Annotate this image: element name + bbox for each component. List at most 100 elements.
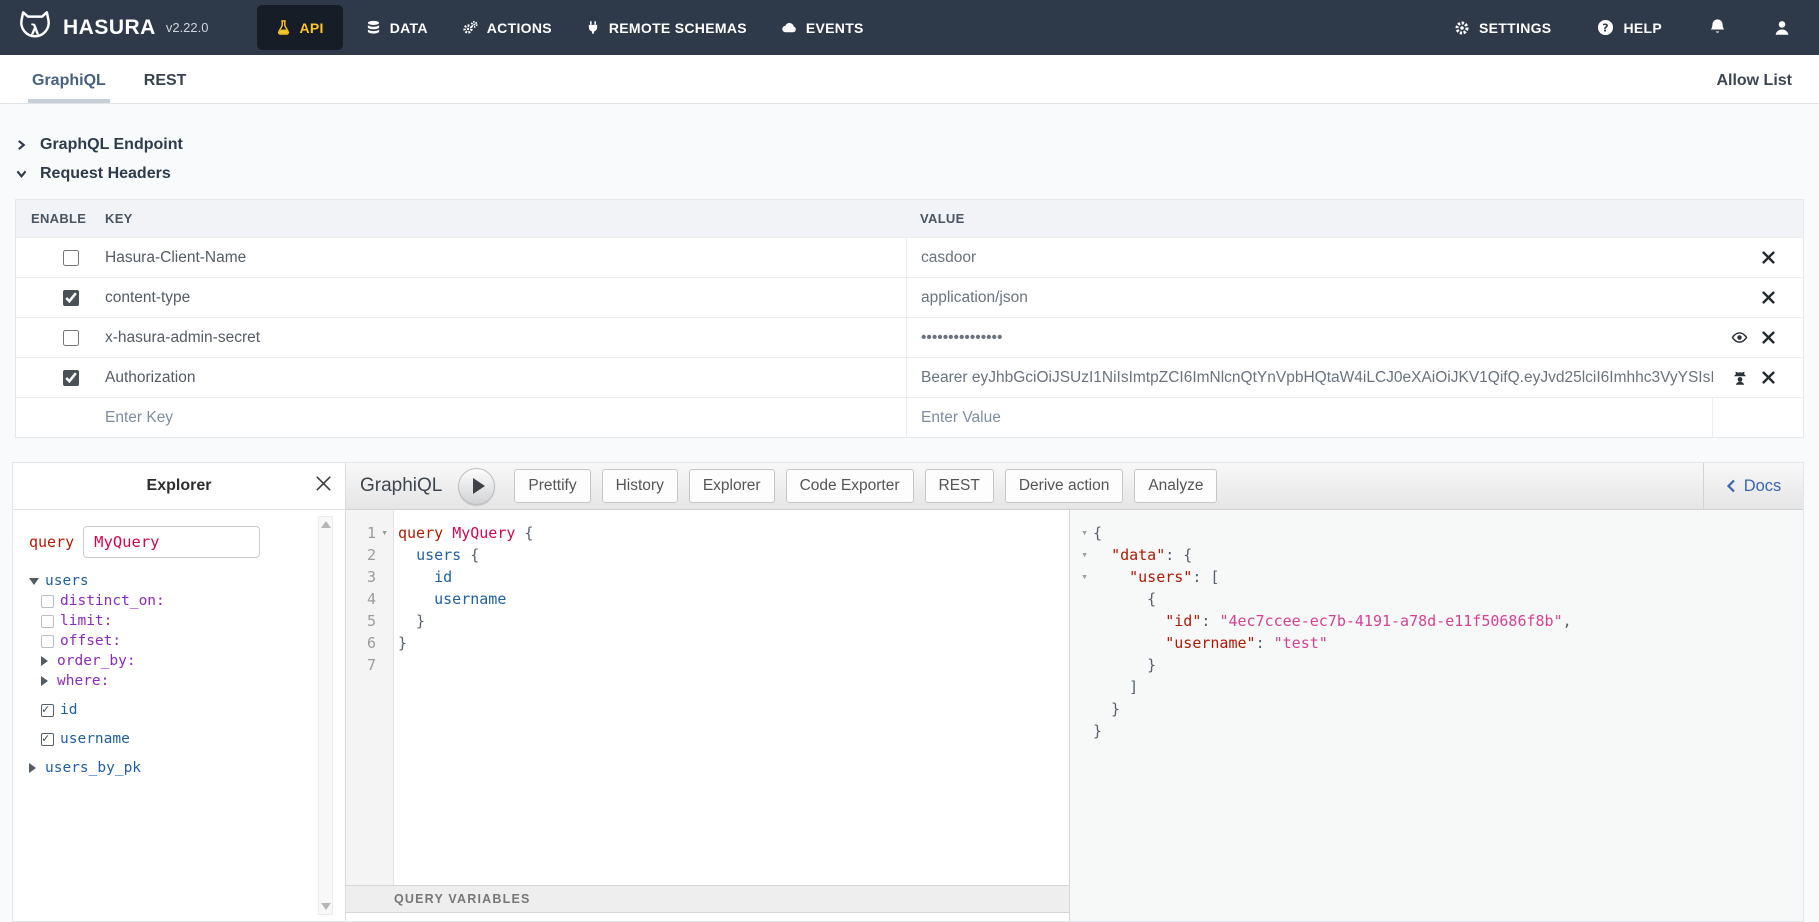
checkbox-icon[interactable] [41, 635, 54, 648]
caret-right-icon[interactable] [41, 676, 51, 686]
tree-label: limit: [60, 613, 112, 629]
enable-cell [16, 318, 101, 357]
result-token: "4ec7ccee-ec7b-4191-a78d-e11f50686f8b" [1219, 612, 1562, 630]
toolbar-button-prettify[interactable]: Prettify [514, 469, 590, 503]
tree-item-users[interactable]: users [29, 571, 315, 591]
header-value-field[interactable]: casdoor [906, 238, 1713, 277]
result-line: } [1076, 654, 1803, 676]
jwt-decode-icon[interactable] [1732, 370, 1748, 386]
fold-arrow-icon[interactable]: ▾ [376, 522, 393, 544]
section-label: GraphQL Endpoint [40, 136, 183, 154]
close-icon[interactable] [1762, 331, 1775, 344]
nav-item-events[interactable]: EVENTS [764, 0, 881, 55]
code-text: } [393, 632, 407, 654]
bell-icon[interactable] [1708, 18, 1727, 37]
header-key-field[interactable]: Authorization [101, 358, 906, 397]
tree-item-where[interactable]: where: [41, 671, 315, 691]
tree-item-distinct-on[interactable]: distinct_on: [41, 591, 315, 611]
nav-item-help[interactable]: ?HELP [1597, 19, 1662, 36]
fold-arrow-icon[interactable]: ▾ [1076, 566, 1093, 588]
results-pane: ▾{▾ "data": {▾ "users": [ { "id": "4ec7c… [1070, 510, 1803, 921]
tree-item-users-by-pk[interactable]: users_by_pk [29, 758, 315, 778]
scroll-down-icon[interactable] [321, 903, 331, 910]
code-line: 5 } [346, 610, 1069, 632]
explorer-scrollbar[interactable] [318, 516, 333, 915]
header-value-text: Bearer eyJhbGciOiJSUzI1NiIsImtpZCI6ImNlc… [921, 369, 1713, 387]
toolbar-button-rest[interactable]: REST [925, 469, 994, 503]
toolbar-button-analyze[interactable]: Analyze [1134, 469, 1217, 503]
column-value: VALUE [906, 200, 1713, 237]
tree-item-limit[interactable]: limit: [41, 611, 315, 631]
query-variables-editor[interactable] [346, 913, 1069, 921]
tree-item-username[interactable]: username [41, 729, 315, 749]
header-key-field[interactable]: content-type [101, 278, 906, 317]
docs-button[interactable]: Docs [1703, 463, 1803, 509]
query-variables-bar[interactable]: QUERY VARIABLES [346, 885, 1069, 913]
explorer-header: Explorer [13, 463, 345, 510]
close-icon[interactable] [1762, 371, 1775, 384]
caret-down-icon[interactable] [29, 578, 39, 585]
header-value-field[interactable]: Bearer eyJhbGciOiJSUzI1NiIsImtpZCI6ImNlc… [906, 358, 1713, 397]
tab-graphiql[interactable]: GraphiQL [28, 72, 110, 103]
nav-item-remote-schemas[interactable]: REMOTE SCHEMAS [569, 0, 764, 55]
tree-item-order-by[interactable]: order_by: [41, 651, 315, 671]
result-line: "username": "test" [1076, 632, 1803, 654]
caret-right-icon[interactable] [41, 656, 51, 666]
explorer-tree: usersdistinct_on: limit: offset:order_by:w… [29, 571, 315, 778]
fold-arrow-icon[interactable]: ▾ [1076, 522, 1093, 544]
header-value-field[interactable]: ••••••••••••••• [906, 318, 1713, 357]
header-value-field[interactable]: application/json [906, 278, 1713, 317]
tree-item-id[interactable]: id [41, 700, 315, 720]
new-header-key-input[interactable] [105, 409, 906, 427]
header-enable-checkbox[interactable] [63, 290, 79, 306]
toolbar-button-explorer[interactable]: Explorer [689, 469, 775, 503]
column-actions [1713, 200, 1803, 237]
brand[interactable]: λ HASURA v2.22.0 [0, 9, 209, 47]
row-actions [1713, 238, 1803, 277]
nav-item-api[interactable]: API [257, 5, 343, 50]
new-header-enable-cell [16, 398, 101, 437]
tree-item-offset[interactable]: offset: [41, 631, 315, 651]
fold-arrow-icon[interactable]: ▾ [1076, 544, 1093, 566]
tab-rest[interactable]: REST [140, 72, 191, 103]
nav-item-data[interactable]: DATA [349, 0, 445, 55]
nav-item-settings[interactable]: SETTINGS [1454, 20, 1551, 36]
header-enable-checkbox[interactable] [63, 370, 79, 386]
toolbar-button-code-exporter[interactable]: Code Exporter [786, 469, 914, 503]
user-icon[interactable] [1773, 19, 1791, 37]
checkbox-icon[interactable] [41, 595, 54, 608]
allow-list-link[interactable]: Allow List [1716, 72, 1804, 103]
execute-query-button[interactable] [458, 468, 495, 505]
result-token: { [1093, 590, 1156, 608]
header-enable-checkbox[interactable] [63, 330, 79, 346]
close-icon[interactable] [1762, 251, 1775, 264]
explorer-close-icon[interactable] [315, 475, 332, 492]
checkbox-checked-icon[interactable] [41, 733, 54, 746]
code-token: { [461, 546, 479, 564]
close-icon[interactable] [1762, 291, 1775, 304]
code-token: { [515, 524, 533, 542]
nav-item-label: HELP [1623, 20, 1662, 36]
code-token: MyQuery [452, 524, 515, 542]
section-toggle-graphql-endpoint[interactable]: GraphQL Endpoint [17, 134, 1804, 156]
results-code: ▾{▾ "data": {▾ "users": [ { "id": "4ec7c… [1076, 522, 1803, 742]
caret-right-icon[interactable] [29, 763, 39, 773]
operation-name-input[interactable] [83, 526, 260, 558]
section-toggle-request-headers[interactable]: Request Headers [17, 163, 1804, 185]
result-token: ] [1093, 678, 1138, 696]
toolbar-button-history[interactable]: History [602, 469, 678, 503]
checkbox-icon[interactable] [41, 615, 54, 628]
editor-code[interactable]: 1▾query MyQuery {2 users {3 id4 username… [346, 510, 1069, 885]
nav-item-actions[interactable]: ACTIONS [445, 0, 569, 55]
result-token [1093, 568, 1129, 586]
result-token: "test" [1274, 634, 1328, 652]
header-key-field[interactable]: x-hasura-admin-secret [101, 318, 906, 357]
header-enable-checkbox[interactable] [63, 250, 79, 266]
eye-icon[interactable] [1731, 329, 1748, 346]
header-key-field[interactable]: Hasura-Client-Name [101, 238, 906, 277]
new-header-value-input[interactable] [921, 409, 1712, 427]
gear-icon [1454, 20, 1470, 36]
scroll-up-icon[interactable] [321, 521, 331, 528]
toolbar-button-derive-action[interactable]: Derive action [1005, 469, 1123, 503]
checkbox-checked-icon[interactable] [41, 704, 54, 717]
